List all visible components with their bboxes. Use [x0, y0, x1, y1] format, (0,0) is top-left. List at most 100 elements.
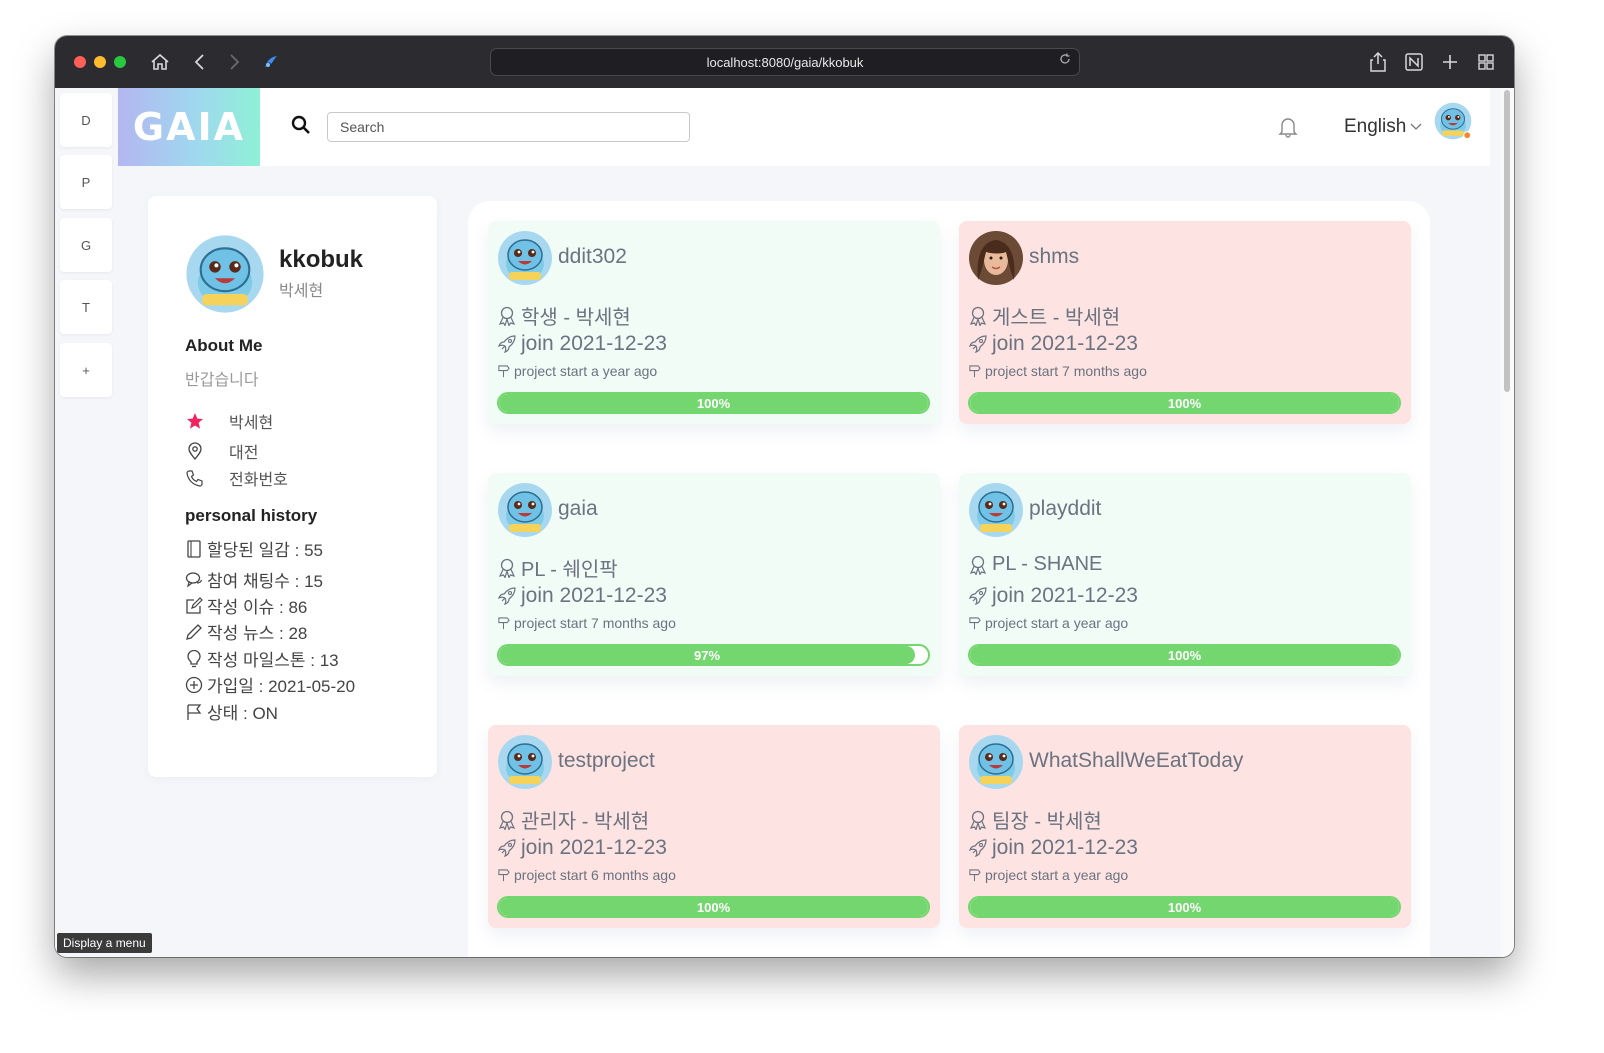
rocket-icon	[497, 839, 516, 858]
project-start: project start a year ago	[968, 615, 1128, 631]
project-avatar	[969, 231, 1023, 285]
progress-label: 100%	[696, 395, 731, 411]
project-card[interactable]: playddit PL - SHANE join 2021-12-23 project…	[959, 473, 1411, 676]
page-scrollbar[interactable]	[1501, 88, 1514, 957]
history-chat-count: 참여 채팅수 : 15	[185, 567, 323, 592]
project-avatar	[969, 483, 1023, 537]
app-header: GAIA English	[118, 88, 1490, 166]
history-milestones: 작성 마일스톤 : 13	[185, 646, 339, 671]
add-side-tab-button[interactable]: +	[60, 343, 112, 397]
project-join-date: join 2021-12-23	[968, 584, 1138, 608]
profile-info-phone: 전화번호	[185, 466, 288, 490]
profile-info-name: 박세현	[185, 409, 273, 433]
progress-fill: 97%	[499, 646, 916, 664]
window-controls	[74, 56, 126, 68]
language-select[interactable]: English	[1344, 116, 1422, 138]
project-role: 게스트 - 박세현	[968, 301, 1120, 330]
browser-titlebar: localhost:8080/gaia/kkobuk	[55, 36, 1514, 88]
signpost-icon	[498, 616, 510, 629]
edit-square-icon	[186, 596, 203, 614]
gaia-logo[interactable]: GAIA	[118, 88, 260, 166]
location-pin-icon	[185, 441, 205, 461]
project-start: project start a year ago	[497, 363, 657, 379]
rocket-icon	[968, 587, 987, 606]
signpost-icon	[498, 364, 510, 377]
project-card[interactable]: WhatShallWeEatToday 팀장 - 박세현 join 2021-12-…	[959, 725, 1411, 928]
progress-label: 100%	[1167, 899, 1202, 915]
project-name[interactable]: gaia	[558, 497, 598, 521]
home-icon[interactable]	[148, 50, 172, 74]
project-name[interactable]: shms	[1029, 245, 1079, 269]
project-join-date: join 2021-12-23	[497, 584, 667, 608]
side-tab-bar: D P G T +	[55, 88, 117, 957]
project-card[interactable]: shms 게스트 - 박세현 join 2021-12-23 project star…	[959, 221, 1411, 424]
progress-label: 100%	[696, 899, 731, 915]
history-assigned-tasks: 할당된 일감 : 55	[185, 536, 323, 561]
history-join-date: 가입일 : 2021-05-20	[185, 672, 355, 697]
display-menu-tooltip: Display a menu	[57, 933, 152, 953]
project-card[interactable]: testproject 관리자 - 박세현 join 2021-12-23 proje…	[488, 725, 940, 928]
address-bar[interactable]: localhost:8080/gaia/kkobuk	[490, 48, 1080, 76]
plus-circle-icon	[185, 676, 203, 693]
project-name[interactable]: WhatShallWeEatToday	[1029, 749, 1243, 773]
project-join-date: join 2021-12-23	[968, 836, 1138, 860]
notification-bell-icon[interactable]	[1278, 116, 1300, 138]
chat-bubbles-icon	[185, 571, 203, 587]
project-avatar	[969, 735, 1023, 789]
notebook-icon	[187, 539, 201, 558]
browser-window: localhost:8080/gaia/kkobuk D P G T + GAI…	[55, 36, 1514, 957]
project-progress-bar: 100%	[968, 392, 1401, 414]
profile-username: kkobuk	[279, 246, 364, 273]
award-ribbon-icon	[969, 306, 987, 326]
lightbulb-icon	[187, 649, 201, 667]
project-progress-bar: 97%	[497, 644, 930, 666]
award-ribbon-icon	[969, 555, 987, 575]
profile-avatar	[186, 235, 264, 313]
flag-icon	[187, 703, 202, 720]
star-icon	[185, 411, 205, 431]
progress-fill: 100%	[970, 898, 1399, 916]
search-input[interactable]	[327, 112, 690, 142]
award-ribbon-icon	[498, 558, 516, 578]
award-ribbon-icon	[969, 810, 987, 830]
award-ribbon-icon	[498, 306, 516, 326]
rocket-icon	[497, 587, 516, 606]
history-news: 작성 뉴스 : 28	[185, 619, 307, 644]
project-name[interactable]: testproject	[558, 749, 655, 773]
progress-fill: 100%	[499, 394, 928, 412]
scrollbar-thumb[interactable]	[1504, 90, 1510, 392]
new-tab-icon[interactable]	[1438, 50, 1462, 74]
history-status: 상태 : ON	[185, 699, 278, 724]
notion-icon[interactable]	[1402, 50, 1426, 74]
project-name[interactable]: ddit302	[558, 245, 627, 269]
project-card[interactable]: gaia PL - 쉐인팍 join 2021-12-23 project start…	[488, 473, 940, 676]
close-window-button[interactable]	[74, 56, 86, 68]
project-name[interactable]: playddit	[1029, 497, 1101, 521]
side-tab-d[interactable]: D	[60, 93, 112, 147]
progress-fill: 100%	[499, 898, 928, 916]
tab-overview-icon[interactable]	[1474, 50, 1498, 74]
profile-realname: 박세현	[279, 283, 324, 300]
side-tab-t[interactable]: T	[60, 280, 112, 334]
project-role: 팀장 - 박세현	[968, 805, 1102, 834]
back-icon[interactable]	[188, 50, 212, 74]
project-card[interactable]: ddit302 학생 - 박세현 join 2021-12-23 project st…	[488, 221, 940, 424]
minimize-window-button[interactable]	[94, 56, 106, 68]
language-label: English	[1344, 116, 1407, 137]
side-tab-g[interactable]: G	[60, 218, 112, 272]
pencil-icon	[186, 623, 202, 640]
share-icon[interactable]	[1366, 50, 1390, 74]
extension-icon[interactable]	[259, 50, 283, 74]
search-icon[interactable]	[290, 114, 312, 136]
project-progress-bar: 100%	[497, 392, 930, 414]
reload-icon[interactable]	[1059, 53, 1071, 68]
progress-label: 100%	[1167, 395, 1202, 411]
project-progress-bar: 100%	[497, 896, 930, 918]
forward-icon[interactable]	[222, 50, 246, 74]
history-issues: 작성 이슈 : 86	[185, 593, 307, 618]
progress-fill: 100%	[970, 394, 1399, 412]
side-tab-p[interactable]: P	[60, 155, 112, 209]
maximize-window-button[interactable]	[114, 56, 126, 68]
user-avatar[interactable]	[1434, 102, 1472, 140]
profile-info-location: 대전	[185, 439, 258, 463]
